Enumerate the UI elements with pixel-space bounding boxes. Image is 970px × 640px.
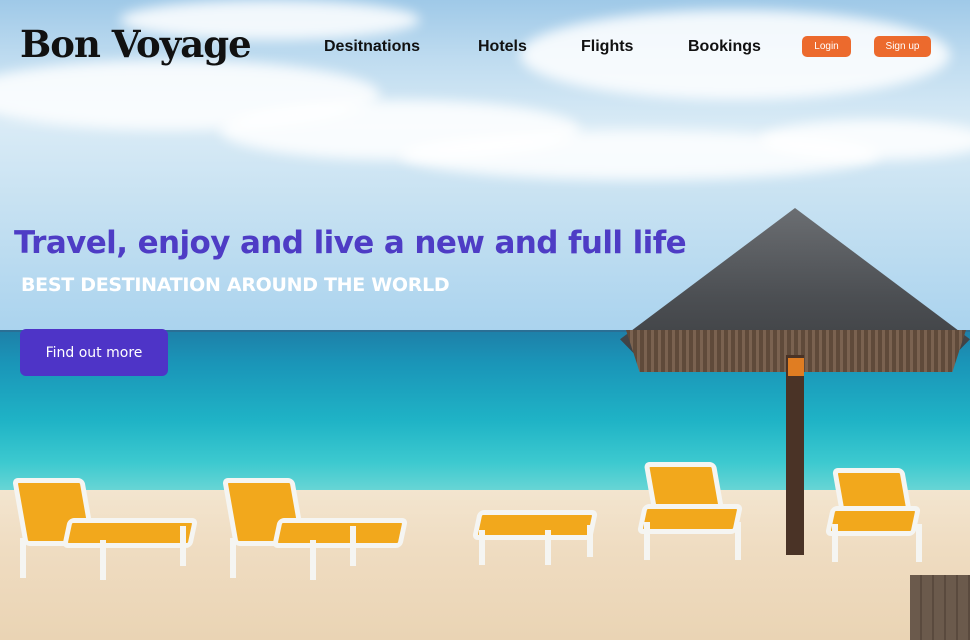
umbrella-pole [786, 355, 804, 555]
hero-subheading: BEST DESTINATION AROUND THE WORLD [21, 274, 450, 296]
login-button[interactable]: Login [802, 36, 851, 57]
nav-flights[interactable]: Flights [581, 38, 633, 56]
nav-hotels[interactable]: Hotels [478, 38, 527, 56]
site-logo[interactable]: Bon Voyage [20, 22, 252, 66]
hero-background-image [0, 0, 970, 640]
nav-bookings[interactable]: Bookings [688, 38, 761, 56]
umbrella-sign [788, 358, 804, 376]
hero-headline: Travel, enjoy and live a new and full li… [14, 225, 687, 261]
signup-button[interactable]: Sign up [874, 36, 931, 57]
find-out-more-button[interactable]: Find out more [20, 329, 168, 376]
nav-destinations[interactable]: Desitnations [324, 38, 420, 56]
wooden-deck [910, 575, 970, 640]
